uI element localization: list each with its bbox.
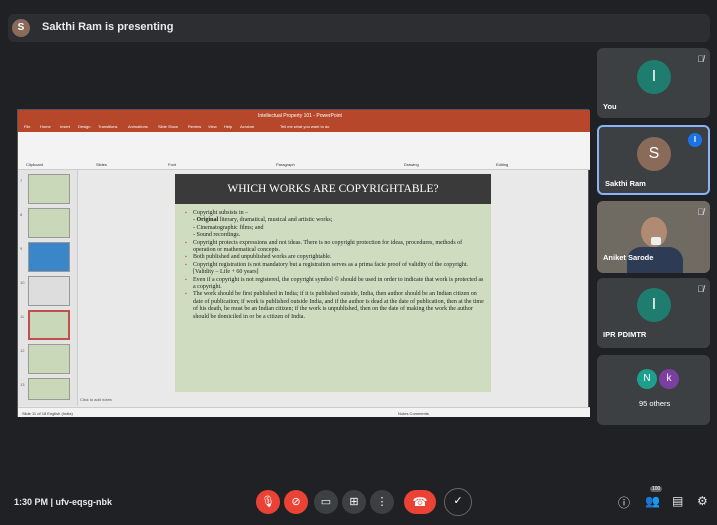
- avatar: k: [659, 369, 679, 389]
- ribbon-group-label: Font: [168, 162, 177, 167]
- thumb-number: 12: [20, 348, 25, 353]
- tile-you[interactable]: 🎙̸ I You: [597, 48, 710, 118]
- speaking-icon: ‖: [688, 133, 702, 147]
- slide-subitem-text: literary, dramatical, musical and artist…: [218, 217, 333, 224]
- participants-badge: 100: [650, 486, 663, 492]
- face-mask: [651, 237, 661, 245]
- slide-subitem: - Sound recordings.: [193, 232, 241, 239]
- more-options-icon[interactable]: ⋮: [370, 490, 394, 514]
- ppt-titlebar: Intellectual Property 101 - PowerPoint: [18, 110, 590, 122]
- separator: |: [48, 497, 56, 507]
- ppt-tab: Insert: [60, 124, 71, 129]
- slide-bullet: Copyright protects expressions and not i…: [185, 240, 485, 255]
- mic-muted-icon: 🎙̸: [697, 54, 704, 64]
- ppt-tab: Review: [188, 124, 202, 129]
- mic-muted-icon: 🎙̸: [697, 207, 704, 217]
- thumb-number: 7: [20, 178, 23, 183]
- status-right: Notes Comments: [398, 411, 429, 416]
- presenter-avatar: S: [12, 19, 30, 37]
- avatar: S: [637, 137, 671, 171]
- meeting-code[interactable]: ufv-eqsg-nbk: [56, 497, 113, 507]
- slide-thumbnail[interactable]: [28, 174, 70, 204]
- slide-thumbnail[interactable]: [28, 378, 70, 400]
- slide-bullet: Even if a copyright is not registered, t…: [185, 277, 485, 292]
- slide-bullet: Both published and unpublished works are…: [185, 254, 485, 262]
- ppt-tab: Home: [40, 124, 51, 129]
- slide-subitem: - Original literary, dramatical, musical…: [193, 217, 333, 224]
- avatar: N: [637, 369, 657, 389]
- others-count: 95 others: [639, 399, 671, 408]
- check-icon[interactable]: ✓: [444, 488, 472, 516]
- info-icon[interactable]: ⓘ: [618, 494, 630, 511]
- activities-icon[interactable]: ⚙: [697, 494, 708, 508]
- tile-name: IPR PDIMTR: [603, 330, 647, 339]
- ppt-ribbon-tabs: File Home Insert Design Transitions Anim…: [18, 122, 590, 132]
- notes-placeholder[interactable]: Click to add notes: [80, 397, 112, 402]
- tile-ipr-pdimtr[interactable]: 🎙̸ I IPR PDIMTR: [597, 278, 710, 348]
- tile-name: Aniket Sarode: [603, 253, 654, 262]
- ppt-statusbar: Slide 11 of 18 English (India) Notes Com…: [18, 407, 590, 417]
- thumb-number: 11: [20, 314, 25, 319]
- status-left: Slide 11 of 18 English (India): [22, 411, 73, 416]
- ribbon-group-label: Slides: [96, 162, 107, 167]
- tile-others[interactable]: N k 95 others: [597, 355, 710, 425]
- ppt-tab: Animations: [128, 124, 148, 129]
- slide-bullet: The work should be first published in In…: [185, 291, 485, 321]
- current-slide: WHICH WORKS ARE COPYRIGHTABLE? Copyright…: [175, 174, 491, 392]
- captions-button[interactable]: ▭: [314, 490, 338, 514]
- ribbon-group-label: Drawing: [404, 162, 419, 167]
- slide-thumbnail-selected[interactable]: [28, 310, 70, 340]
- slide-thumbnail[interactable]: [28, 276, 70, 306]
- thumb-number: 13: [20, 382, 25, 387]
- slide-title: WHICH WORKS ARE COPYRIGHTABLE?: [175, 174, 491, 204]
- ribbon-group-label: Editing: [496, 162, 509, 167]
- ppt-tab: View: [208, 124, 217, 129]
- thumb-number: 8: [20, 212, 23, 217]
- ppt-tab: Transitions: [98, 124, 118, 129]
- slide-subitem: - Cinematographic films; and: [193, 224, 264, 231]
- ppt-title: Intellectual Property 101 - PowerPoint: [258, 113, 342, 119]
- presenting-label: Sakthi Ram is presenting: [42, 21, 174, 33]
- shared-screen: Intellectual Property 101 - PowerPoint F…: [17, 109, 590, 417]
- mic-toggle-button[interactable]: 🎙: [256, 490, 280, 514]
- meet-window: S Sakthi Ram is presenting Intellectual …: [0, 0, 717, 525]
- ppt-tab: Design: [78, 124, 91, 129]
- thumb-number: 10: [20, 280, 25, 285]
- ribbon-group-label: Clipboard: [26, 162, 44, 167]
- tile-name: Sakthi Ram: [605, 179, 646, 188]
- slide-bullet: Copyright registration is not mandatory …: [185, 262, 485, 277]
- ppt-tab: Tell me what you want to do: [280, 124, 330, 129]
- meeting-info: 1:30 PM | ufv-eqsg-nbk: [14, 497, 112, 507]
- tile-name: You: [603, 102, 617, 111]
- slide-bullet: Copyright subsists in –: [185, 210, 485, 218]
- avatar: I: [637, 288, 671, 322]
- slide-body: Copyright subsists in – - Original liter…: [185, 210, 485, 321]
- people-icon[interactable]: 👥: [645, 494, 660, 508]
- slide-thumbnail[interactable]: [28, 242, 70, 272]
- ppt-ribbon: Clipboard Slides Font Paragraph Drawing …: [18, 132, 590, 170]
- camera-toggle-button[interactable]: ⊘: [284, 490, 308, 514]
- tile-aniket-sarode[interactable]: 🎙̸ Aniket Sarode: [597, 201, 710, 273]
- clock: 1:30 PM: [14, 497, 49, 507]
- avatar: I: [637, 60, 671, 94]
- ribbon-group-label: Paragraph: [276, 162, 295, 167]
- ppt-tab: File: [24, 124, 31, 129]
- mic-muted-icon: 🎙̸: [697, 284, 704, 294]
- ppt-tab: Help: [224, 124, 233, 129]
- tile-sakthi-ram[interactable]: ‖ S Sakthi Ram: [597, 125, 710, 195]
- chat-icon[interactable]: ▤: [672, 494, 683, 508]
- thumb-number: 9: [20, 246, 23, 251]
- ppt-tab: Slide Show: [158, 124, 179, 129]
- ppt-tab: Acrobat: [240, 124, 254, 129]
- present-button[interactable]: ⊞: [342, 490, 366, 514]
- leave-call-button[interactable]: ☎: [404, 490, 436, 514]
- slide-thumbnails: 7 8 9 10 11 12 13: [18, 170, 78, 406]
- slide-thumbnail[interactable]: [28, 344, 70, 374]
- slide-thumbnail[interactable]: [28, 208, 70, 238]
- slide-bold-word: Original: [196, 217, 219, 224]
